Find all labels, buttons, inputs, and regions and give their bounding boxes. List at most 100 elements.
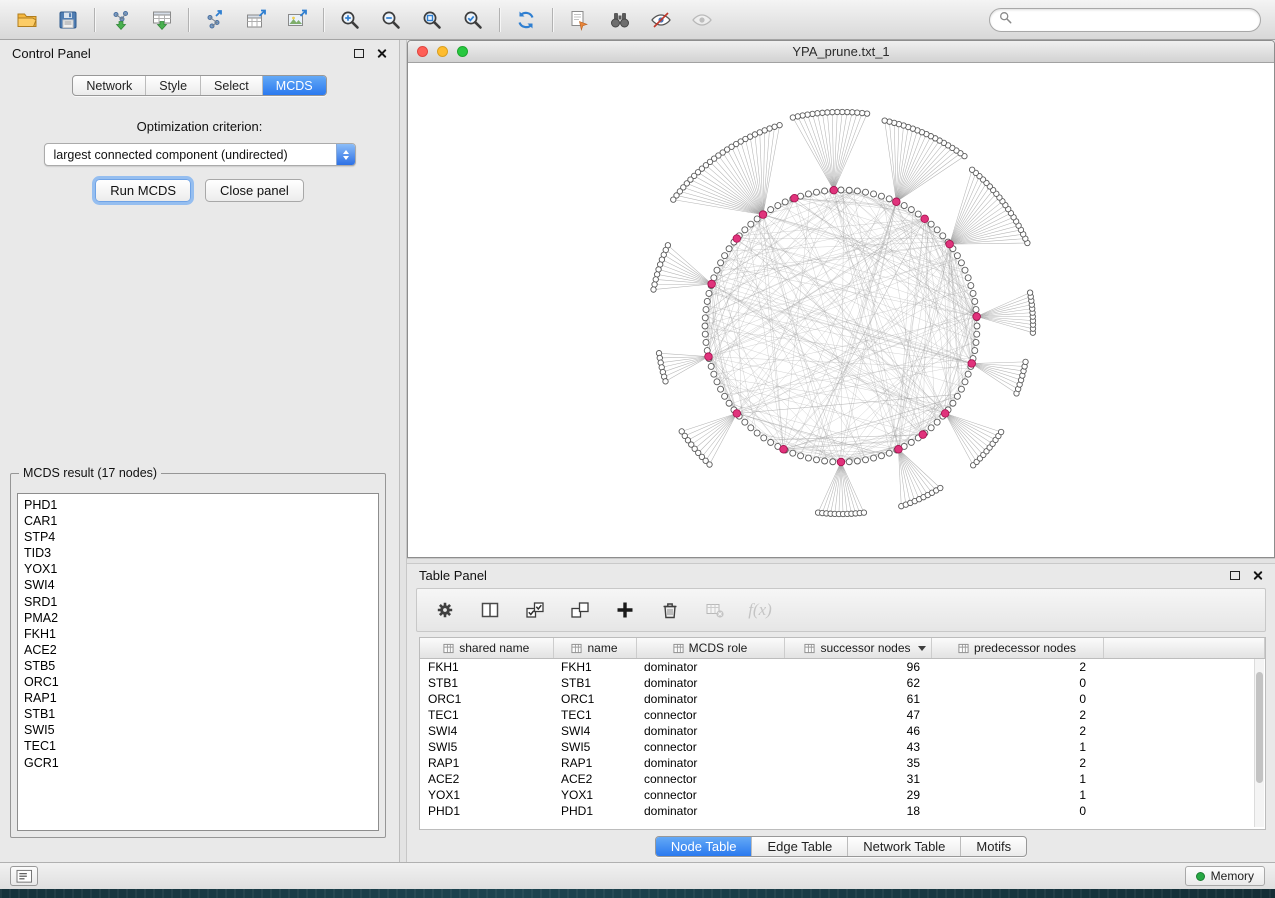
result-node-item[interactable]: ACE2	[24, 642, 378, 658]
result-node-item[interactable]: SWI4	[24, 577, 378, 593]
cell-shared-name[interactable]: SWI4	[420, 723, 553, 739]
export-image-icon[interactable]	[280, 5, 314, 35]
columns-icon[interactable]	[477, 597, 503, 623]
cell-name[interactable]: PHD1	[553, 803, 636, 819]
cell-successor-nodes[interactable]: 46	[784, 723, 931, 739]
table-row[interactable]: STB1STB1dominator620	[420, 675, 1265, 691]
cell-predecessor-nodes[interactable]: 2	[931, 707, 1103, 723]
cell-name[interactable]: ORC1	[553, 691, 636, 707]
result-node-item[interactable]: SWI5	[24, 722, 378, 738]
cell-predecessor-nodes[interactable]: 1	[931, 771, 1103, 787]
cell-predecessor-nodes[interactable]: 0	[931, 691, 1103, 707]
cell-mcds-role[interactable]: dominator	[636, 723, 784, 739]
cell-name[interactable]: YOX1	[553, 787, 636, 803]
cell-successor-nodes[interactable]: 18	[784, 803, 931, 819]
scrollbar-thumb[interactable]	[1256, 672, 1263, 783]
float-table-panel-icon[interactable]	[1230, 571, 1240, 580]
cell-predecessor-nodes[interactable]: 1	[931, 739, 1103, 755]
cell-predecessor-nodes[interactable]: 0	[931, 675, 1103, 691]
close-table-panel-icon[interactable]	[1252, 570, 1263, 581]
table-row[interactable]: SWI4SWI4dominator462	[420, 723, 1265, 739]
select-rows-icon[interactable]	[522, 597, 548, 623]
result-node-item[interactable]: TID3	[24, 545, 378, 561]
table-row[interactable]: YOX1YOX1connector291	[420, 787, 1265, 803]
cell-shared-name[interactable]: ORC1	[420, 691, 553, 707]
result-node-item[interactable]: CAR1	[24, 513, 378, 529]
cell-successor-nodes[interactable]: 61	[784, 691, 931, 707]
cell-shared-name[interactable]: FKH1	[420, 659, 553, 675]
column-header-name[interactable]: name	[553, 638, 636, 659]
cell-predecessor-nodes[interactable]: 2	[931, 723, 1103, 739]
result-node-item[interactable]: YOX1	[24, 561, 378, 577]
cell-successor-nodes[interactable]: 29	[784, 787, 931, 803]
cell-predecessor-nodes[interactable]: 1	[931, 787, 1103, 803]
result-node-item[interactable]: STB1	[24, 706, 378, 722]
close-panel-icon[interactable]	[376, 48, 387, 59]
result-node-item[interactable]: GCR1	[24, 755, 378, 771]
panel-list-button[interactable]	[10, 866, 38, 886]
table-row[interactable]: ORC1ORC1dominator610	[420, 691, 1265, 707]
tab-style[interactable]: Style	[145, 76, 200, 95]
result-node-item[interactable]: SRD1	[24, 594, 378, 610]
tab-node-table[interactable]: Node Table	[656, 837, 752, 856]
tab-select[interactable]: Select	[200, 76, 262, 95]
table-row[interactable]: SWI5SWI5connector431	[420, 739, 1265, 755]
cell-mcds-role[interactable]: dominator	[636, 803, 784, 819]
cell-name[interactable]: FKH1	[553, 659, 636, 675]
open-folder-icon[interactable]	[10, 5, 44, 35]
cell-name[interactable]: SWI5	[553, 739, 636, 755]
cell-shared-name[interactable]: TEC1	[420, 707, 553, 723]
cell-name[interactable]: SWI4	[553, 723, 636, 739]
minimize-window-button[interactable]	[437, 46, 448, 57]
table-row[interactable]: ACE2ACE2connector311	[420, 771, 1265, 787]
save-icon[interactable]	[51, 5, 85, 35]
cell-predecessor-nodes[interactable]: 2	[931, 755, 1103, 771]
cell-successor-nodes[interactable]: 62	[784, 675, 931, 691]
tab-edge-table[interactable]: Edge Table	[751, 837, 847, 856]
cell-successor-nodes[interactable]: 35	[784, 755, 931, 771]
network-graph[interactable]	[409, 64, 1273, 557]
cell-successor-nodes[interactable]: 96	[784, 659, 931, 675]
tab-mcds[interactable]: MCDS	[262, 76, 326, 95]
table-row[interactable]: TEC1TEC1connector472	[420, 707, 1265, 723]
table-row[interactable]: RAP1RAP1dominator352	[420, 755, 1265, 771]
trash-icon[interactable]	[657, 597, 683, 623]
cell-predecessor-nodes[interactable]: 2	[931, 659, 1103, 675]
cell-mcds-role[interactable]: dominator	[636, 755, 784, 771]
cell-mcds-role[interactable]: dominator	[636, 659, 784, 675]
cell-predecessor-nodes[interactable]: 0	[931, 803, 1103, 819]
cell-mcds-role[interactable]: connector	[636, 787, 784, 803]
cell-mcds-role[interactable]: dominator	[636, 675, 784, 691]
zoom-out-icon[interactable]	[374, 5, 408, 35]
cell-mcds-role[interactable]: connector	[636, 739, 784, 755]
table-row[interactable]: PHD1PHD1dominator180	[420, 803, 1265, 819]
close-window-button[interactable]	[417, 46, 428, 57]
cell-shared-name[interactable]: SWI5	[420, 739, 553, 755]
table-scrollbar[interactable]	[1254, 659, 1264, 827]
cell-shared-name[interactable]: YOX1	[420, 787, 553, 803]
cell-mcds-role[interactable]: dominator	[636, 691, 784, 707]
cell-shared-name[interactable]: PHD1	[420, 803, 553, 819]
result-node-item[interactable]: ORC1	[24, 674, 378, 690]
result-node-item[interactable]: STB5	[24, 658, 378, 674]
import-table-icon[interactable]	[145, 5, 179, 35]
mcds-result-list[interactable]: PHD1CAR1STP4TID3YOX1SWI4SRD1PMA2FKH1ACE2…	[17, 493, 379, 831]
vertical-splitter[interactable]	[400, 40, 407, 862]
search-box[interactable]	[989, 8, 1261, 32]
tab-motifs[interactable]: Motifs	[960, 837, 1026, 856]
cell-name[interactable]: STB1	[553, 675, 636, 691]
maximize-window-button[interactable]	[457, 46, 468, 57]
network-canvas[interactable]	[408, 64, 1274, 557]
result-node-item[interactable]: PMA2	[24, 610, 378, 626]
column-header-shared-name[interactable]: shared name	[420, 638, 553, 659]
result-node-item[interactable]: FKH1	[24, 626, 378, 642]
unselect-rows-icon[interactable]	[567, 597, 593, 623]
zoom-selected-icon[interactable]	[456, 5, 490, 35]
zoom-in-icon[interactable]	[333, 5, 367, 35]
table-row[interactable]: FKH1FKH1dominator962	[420, 659, 1265, 675]
cell-shared-name[interactable]: RAP1	[420, 755, 553, 771]
column-header-mcds-role[interactable]: MCDS role	[636, 638, 784, 659]
clone-network-icon[interactable]	[562, 5, 596, 35]
cell-name[interactable]: RAP1	[553, 755, 636, 771]
sort-dropdown-icon[interactable]	[918, 646, 926, 651]
